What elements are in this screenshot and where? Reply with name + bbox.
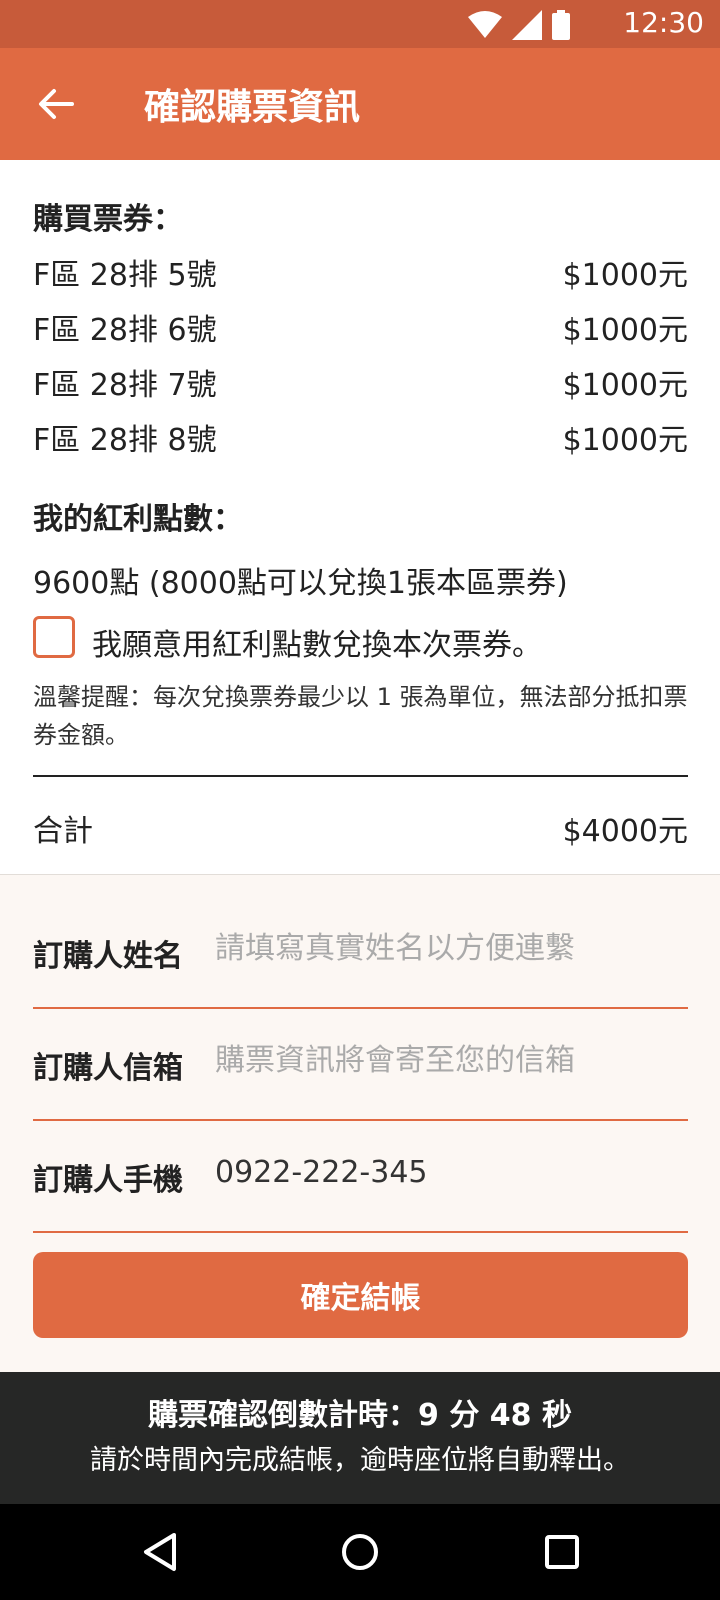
ticket-price: $1000元 — [562, 368, 688, 403]
tickets-heading: 購買票券： — [33, 202, 183, 237]
home-circle-icon — [342, 1534, 378, 1570]
countdown-banner: 購票確認倒數計時：9 分 48 秒 請於時間內完成結帳，逾時座位將自動釋出。 — [0, 1372, 720, 1504]
total-label: 合計 — [33, 814, 93, 849]
ticket-row: F區 28排 6號 $1000元 — [33, 305, 688, 355]
nav-home-button[interactable] — [338, 1530, 382, 1574]
buyer-phone-label: 訂購人手機 — [33, 1163, 183, 1198]
redeem-checkbox-label[interactable]: 我願意用紅利點數兌換本次票券。 — [92, 620, 542, 664]
buyer-phone-input[interactable] — [215, 1147, 685, 1197]
redeem-notice: 溫馨提醒：每次兌換票券最少以 1 張為單位，無法部分抵扣票券金額。 — [33, 683, 688, 749]
status-bar: 12:30 — [0, 0, 720, 48]
status-time: 12:30 — [623, 6, 704, 39]
back-button[interactable] — [30, 78, 82, 130]
signal-icon — [512, 10, 542, 40]
nav-recents-button[interactable] — [540, 1530, 584, 1574]
checkout-button[interactable]: 確定結帳 — [33, 1252, 688, 1338]
system-nav-bar — [0, 1504, 720, 1600]
ticket-row: F區 28排 7號 $1000元 — [33, 360, 688, 410]
nav-back-button[interactable] — [138, 1530, 182, 1574]
recents-square-icon — [545, 1535, 579, 1569]
page-title: 確認購票資訊 — [144, 87, 361, 128]
total-row: 合計 $4000元 — [33, 806, 688, 856]
ticket-price: $1000元 — [562, 313, 688, 348]
wifi-icon — [468, 11, 502, 38]
app-bar: 確認購票資訊 — [0, 48, 720, 160]
ticket-row: F區 28排 8號 $1000元 — [33, 415, 688, 465]
ticket-seat: F區 28排 5號 — [33, 258, 217, 293]
bonus-heading: 我的紅利點數： — [33, 502, 243, 537]
total-amount: $4000元 — [562, 814, 688, 849]
buyer-email-input[interactable] — [215, 1035, 685, 1085]
ticket-row: F區 28排 5號 $1000元 — [33, 250, 688, 300]
ticket-seat: F區 28排 7號 — [33, 368, 217, 403]
buyer-phone-field: 訂購人手機 — [33, 1119, 688, 1233]
ticket-price: $1000元 — [562, 258, 688, 293]
arrow-left-icon — [39, 89, 74, 119]
status-icons — [468, 10, 570, 40]
ticket-seat: F區 28排 6號 — [33, 313, 217, 348]
ticket-price: $1000元 — [562, 423, 688, 458]
divider — [33, 775, 688, 777]
buyer-name-field: 訂購人姓名 — [33, 895, 688, 1009]
back-triangle-icon — [144, 1533, 176, 1571]
buyer-name-input[interactable] — [215, 923, 685, 973]
redeem-checkbox[interactable] — [33, 616, 75, 658]
ticket-seat: F區 28排 8號 — [33, 423, 217, 458]
bonus-points: 9600點 (8000點可以兌換1張本區票券) — [33, 566, 568, 601]
countdown-timer: 購票確認倒數計時：9 分 48 秒 — [148, 1398, 572, 1433]
battery-icon — [552, 10, 570, 40]
buyer-email-field: 訂購人信箱 — [33, 1007, 688, 1121]
buyer-name-label: 訂購人姓名 — [33, 939, 183, 974]
buyer-email-label: 訂購人信箱 — [33, 1051, 183, 1086]
countdown-message: 請於時間內完成結帳，逾時座位將自動釋出。 — [90, 1445, 630, 1476]
